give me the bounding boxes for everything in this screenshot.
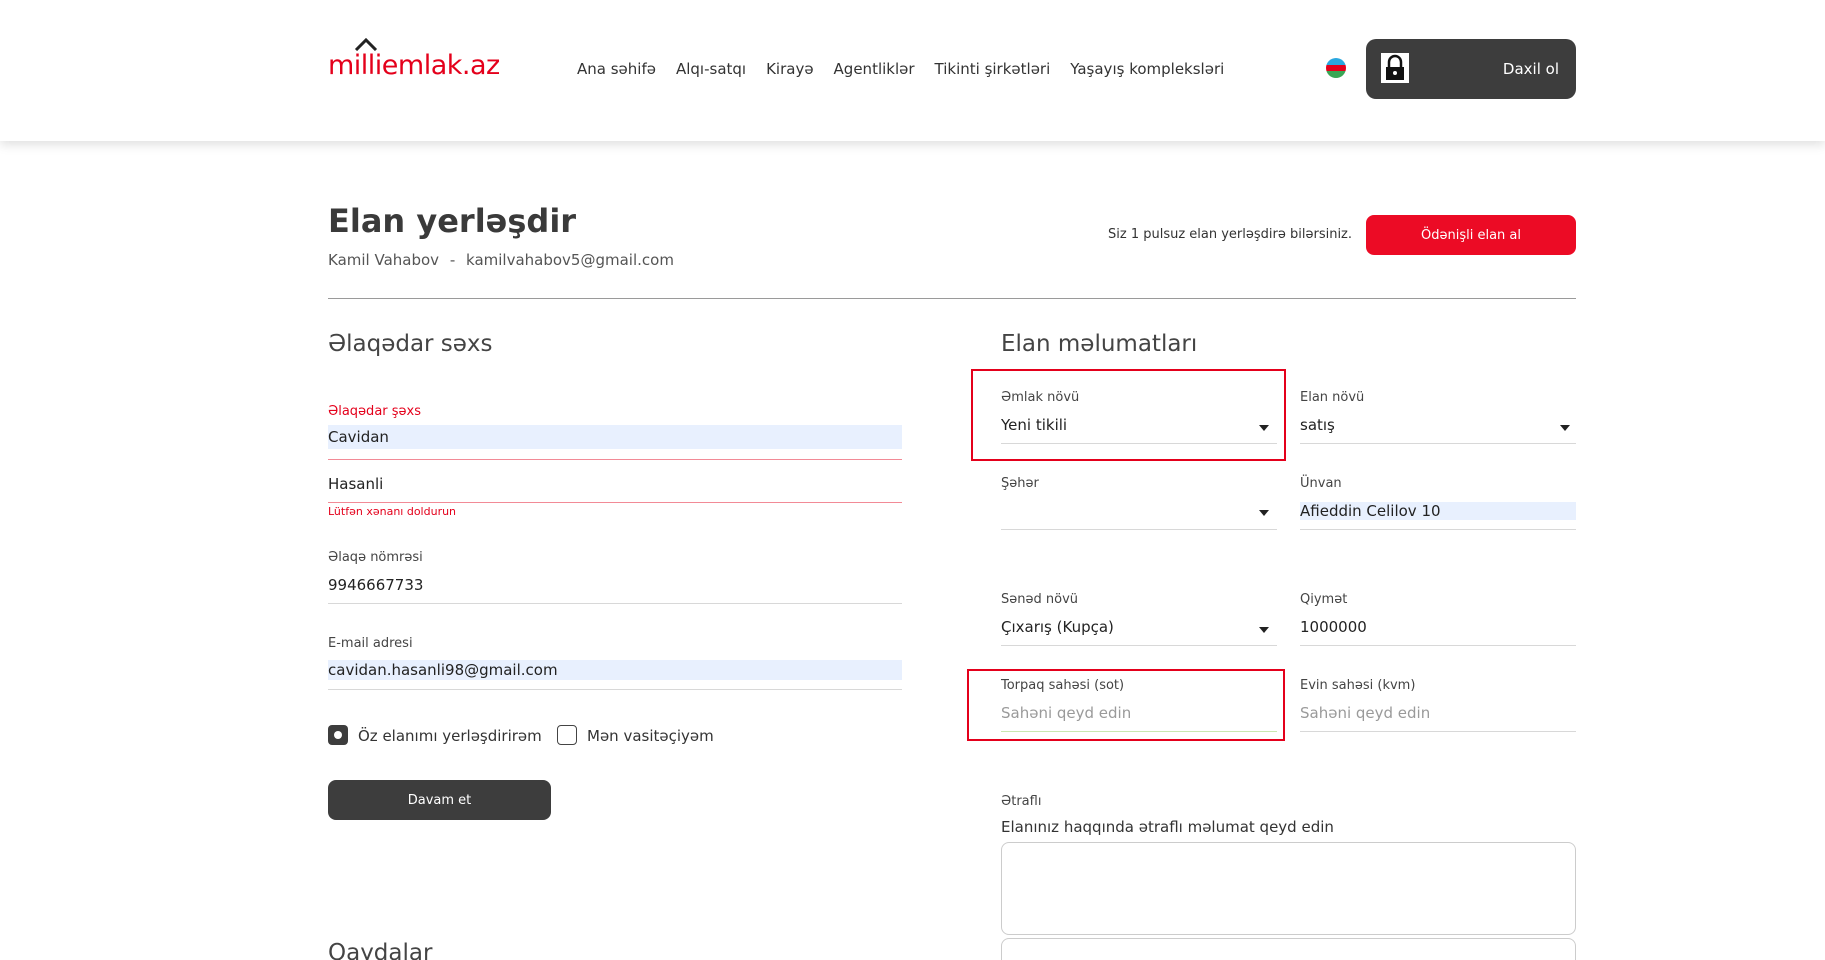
phone-value: 9946667733 (328, 576, 424, 594)
login-label: Daxil ol (1502, 60, 1559, 78)
document-underline (1001, 645, 1277, 646)
page-title: Elan yerləşdir (328, 202, 577, 240)
highlight-land-area (967, 669, 1285, 741)
email-input[interactable]: cavidan.hasanli98@gmail.com (328, 660, 902, 680)
house-area-input[interactable]: Sahəni qeyd edin (1300, 699, 1576, 727)
secondary-textarea[interactable] (1001, 938, 1576, 960)
nav-construction[interactable]: Tikinti şirkətləri (935, 60, 1051, 78)
price-input[interactable]: 1000000 (1300, 613, 1576, 641)
own-listing-radio[interactable] (328, 725, 348, 745)
last-name-value: Hasanli (328, 475, 384, 493)
last-name-underline (328, 502, 902, 503)
listing-type-value: satış (1300, 416, 1335, 434)
city-label: Şəhər (1001, 476, 1039, 491)
price-label: Qiymət (1300, 592, 1348, 607)
own-listing-label: Öz elanımı yerləşdirirəm (358, 727, 542, 745)
details-hint: Elanınız haqqında ətraflı məlumat qeyd e… (1001, 818, 1334, 836)
address-input[interactable]: Afieddin Celilov 10 (1300, 502, 1576, 520)
free-listing-note: Siz 1 pulsuz elan yerləşdirə bilərsiniz. (1108, 227, 1353, 242)
nav-home[interactable]: Ana səhifə (577, 60, 656, 78)
nav-agencies[interactable]: Agentliklər (834, 60, 915, 78)
price-underline (1300, 645, 1576, 646)
site-header: milliemlak.az Ana səhifə Alqı-satqı Kira… (0, 0, 1825, 141)
document-select[interactable]: Çıxarış (Kupça) (1001, 613, 1277, 641)
site-logo[interactable]: milliemlak.az (328, 37, 500, 85)
contact-person-label: Əlaqədar şəxs (328, 404, 421, 419)
phone-label: Əlaqə nömrəsi (328, 550, 423, 565)
house-area-underline (1300, 731, 1576, 732)
chevron-down-icon[interactable] (1560, 425, 1570, 431)
phone-underline (328, 603, 902, 604)
listing-section-title: Elan məlumatları (1001, 331, 1198, 357)
chevron-down-icon[interactable] (1259, 627, 1269, 633)
house-area-placeholder: Sahəni qeyd edin (1300, 704, 1431, 722)
rules-title: Qaydalar (328, 940, 433, 960)
user-name: Kamil Vahabov (328, 251, 440, 269)
error-message: Lütfən xənanı doldurun (328, 505, 457, 518)
address-label: Ünvan (1300, 476, 1342, 491)
divider (328, 298, 1576, 299)
details-textarea[interactable] (1001, 842, 1576, 935)
user-separator: - (449, 251, 456, 269)
paid-listing-button[interactable]: Ödənişli elan al (1366, 215, 1576, 255)
login-button[interactable]: Daxil ol (1366, 39, 1576, 99)
agent-radio[interactable] (557, 725, 577, 745)
first-name-value: Cavidan (328, 428, 389, 446)
azerbaijan-flag-icon[interactable] (1326, 58, 1346, 78)
email-value: cavidan.hasanli98@gmail.com (328, 661, 558, 679)
nav-complexes[interactable]: Yaşayış kompleksləri (1070, 60, 1224, 78)
highlight-property-type (971, 369, 1286, 461)
first-name-underline (328, 459, 902, 460)
continue-button[interactable]: Davam et (328, 780, 551, 820)
house-area-label: Evin sahəsi (kvm) (1300, 678, 1416, 693)
nav-rent[interactable]: Kirayə (766, 60, 813, 78)
contact-section-title: Əlaqədar səxs (328, 331, 493, 357)
nav-sale[interactable]: Alqı-satqı (676, 60, 746, 78)
details-label: Ətraflı (1001, 794, 1042, 809)
document-value: Çıxarış (Kupça) (1001, 618, 1114, 636)
email-underline (328, 689, 902, 690)
chevron-down-icon[interactable] (1259, 510, 1269, 516)
listing-type-underline (1300, 443, 1576, 444)
city-underline (1001, 529, 1277, 530)
email-label: E-mail adresi (328, 636, 413, 651)
agent-label: Mən vasitəçiyəm (587, 727, 714, 745)
roof-icon (354, 37, 378, 51)
last-name-input[interactable]: Hasanli (328, 470, 902, 498)
first-name-input[interactable]: Cavidan (328, 425, 902, 449)
main-nav: Ana səhifə Alqı-satqı Kirayə Agentliklər… (577, 60, 1224, 78)
logo-text: milliemlak.az (328, 50, 500, 81)
lock-icon (1381, 53, 1409, 83)
listing-type-label: Elan növü (1300, 390, 1365, 405)
price-value: 1000000 (1300, 618, 1367, 636)
city-select[interactable] (1001, 497, 1277, 525)
user-info: Kamil Vahabov - kamilvahabov5@gmail.com (328, 251, 674, 269)
listing-type-select[interactable]: satış (1300, 411, 1576, 439)
phone-input[interactable]: 9946667733 (328, 571, 902, 599)
address-underline (1300, 529, 1576, 530)
address-value: Afieddin Celilov 10 (1300, 502, 1441, 520)
document-label: Sənəd növü (1001, 592, 1078, 607)
user-email: kamilvahabov5@gmail.com (466, 251, 674, 269)
